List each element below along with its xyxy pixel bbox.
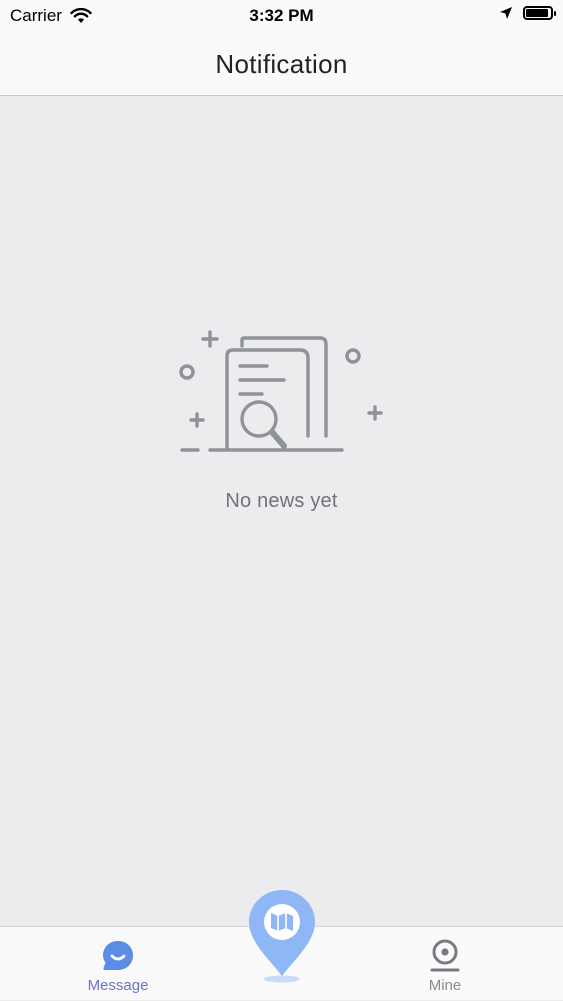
- document-search-icon: [178, 330, 383, 452]
- page-title: Notification: [215, 49, 348, 79]
- empty-state: No news yet: [0, 326, 563, 513]
- map-center-button[interactable]: [246, 888, 318, 988]
- tab-mine-label: Mine: [428, 977, 462, 994]
- status-right: [499, 6, 556, 20]
- location-arrow-icon: [500, 7, 512, 19]
- chat-bubble-icon: [103, 941, 133, 970]
- carrier-label: Carrier: [10, 6, 62, 25]
- user-profile-icon: [430, 939, 460, 972]
- map-pin-icon: [249, 890, 315, 983]
- status-bar: Carrier 3:32 PM: [0, 0, 563, 34]
- tab-message[interactable]: Message: [48, 927, 188, 1001]
- tab-message-label: Message: [87, 977, 149, 994]
- status-left: Carrier: [10, 6, 92, 26]
- tab-mine[interactable]: Mine: [375, 927, 515, 1001]
- nav-bar: Notification: [0, 34, 563, 96]
- empty-message: No news yet: [225, 490, 338, 512]
- wifi-icon: [70, 8, 92, 23]
- content-area: No news yet: [0, 96, 563, 926]
- battery-icon: [523, 6, 556, 20]
